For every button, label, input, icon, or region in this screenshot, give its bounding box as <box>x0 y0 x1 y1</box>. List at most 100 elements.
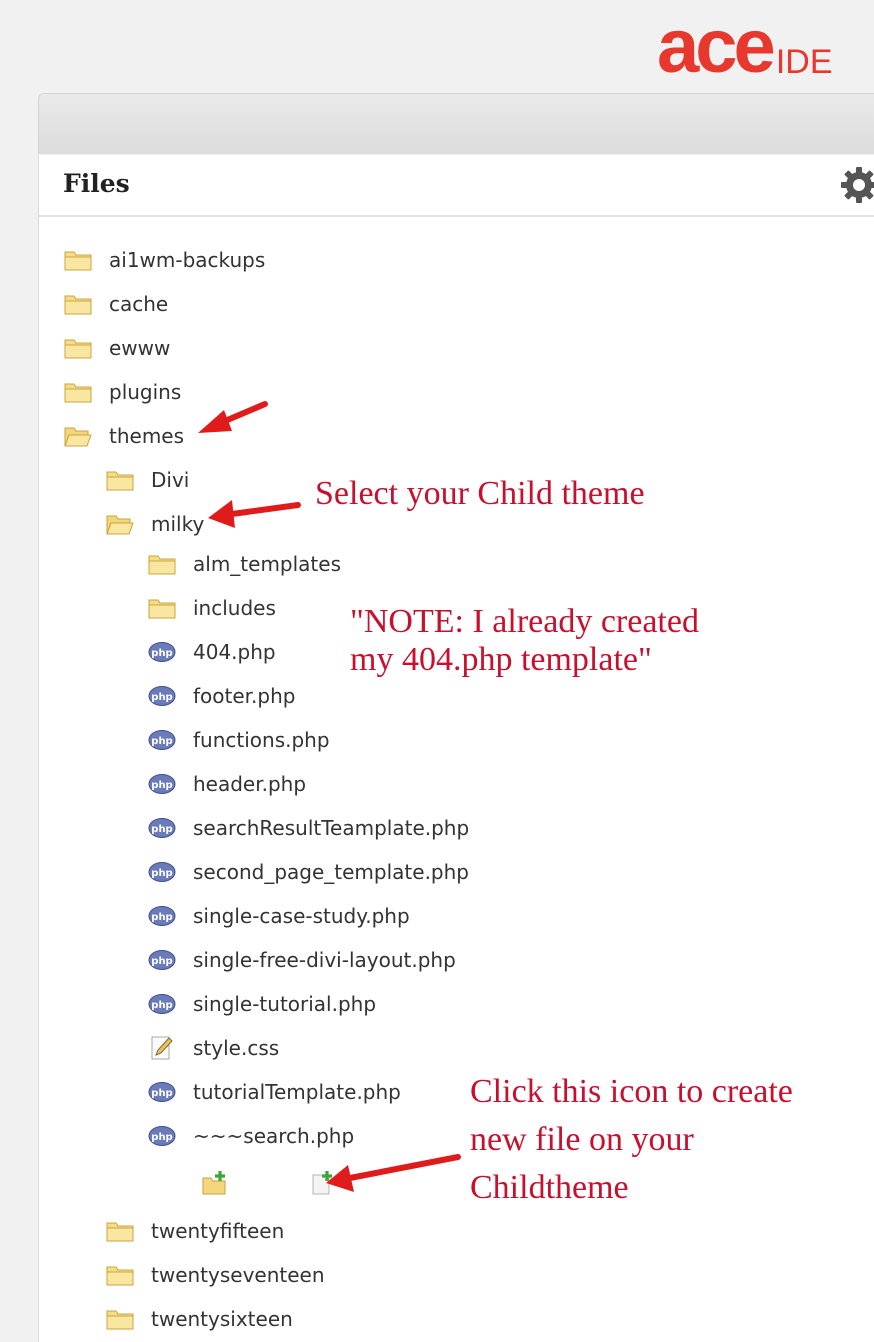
svg-text:php: php <box>151 868 172 879</box>
svg-text:php: php <box>151 1132 172 1143</box>
tree-folder[interactable]: includes <box>148 593 276 623</box>
tree-item-label: alm_templates <box>193 552 341 576</box>
editor-toolbar <box>38 93 874 154</box>
folder-icon <box>106 1219 134 1243</box>
svg-text:php: php <box>151 1000 172 1011</box>
tree-folder[interactable]: twentyfifteen <box>106 1216 284 1246</box>
tree-item-label: single-case-study.php <box>193 904 410 928</box>
tree-folder[interactable]: alm_templates <box>148 549 341 579</box>
folder-icon <box>64 248 92 272</box>
tree-item-label: Divi <box>151 468 190 492</box>
tree-folder[interactable]: ewww <box>64 333 170 363</box>
annotation-click-icon: Click this icon to create new file on yo… <box>470 1068 793 1212</box>
tree-folder[interactable]: Divi <box>106 465 189 495</box>
tree-file[interactable]: style.css <box>148 1033 279 1063</box>
folder-open-icon <box>64 424 92 448</box>
tree-item-label: tutorialTemplate.php <box>193 1080 401 1104</box>
php-file-icon: php <box>148 816 176 840</box>
php-file-icon: php <box>148 992 176 1016</box>
tree-file[interactable]: php second_page_template.php <box>148 857 469 887</box>
svg-text:php: php <box>151 912 172 923</box>
tree-item-label: plugins <box>109 380 182 404</box>
annotation-click-line3: Childtheme <box>470 1169 629 1206</box>
svg-text:php: php <box>151 780 172 791</box>
tree-item-label: twentyseventeen <box>151 1263 325 1287</box>
tree-file[interactable]: php header.php <box>148 769 306 799</box>
tree-folder[interactable]: milky <box>106 509 204 539</box>
tree-file[interactable]: php single-free-divi-layout.php <box>148 945 456 975</box>
tree-file[interactable]: php searchResultTeamplate.php <box>148 813 469 843</box>
folder-icon <box>64 292 92 316</box>
tree-item-label: single-tutorial.php <box>193 992 377 1016</box>
logo-main: ace <box>657 4 776 89</box>
panel-title: Files <box>63 169 130 198</box>
tree-item-label: twentyfifteen <box>151 1219 285 1243</box>
php-file-icon: php <box>148 860 176 884</box>
php-file-icon: php <box>148 772 176 796</box>
php-file-icon: php <box>148 1080 176 1104</box>
ace-ide-logo: ace IDE <box>657 4 833 89</box>
tree-file[interactable]: php ~~~search.php <box>148 1121 354 1151</box>
svg-text:php: php <box>151 1088 172 1099</box>
tree-item-label: single-free-divi-layout.php <box>193 948 456 972</box>
tree-item-label: 404.php <box>193 640 276 664</box>
svg-text:php: php <box>151 956 172 967</box>
php-file-icon: php <box>148 684 176 708</box>
tree-item-label: functions.php <box>193 728 330 752</box>
tree-item-label: searchResultTeamplate.php <box>193 816 470 840</box>
tree-folder[interactable]: ai1wm-backups <box>64 245 265 275</box>
tree-item-label: ewww <box>109 336 171 360</box>
tree-item-label: ~~~search.php <box>193 1124 355 1148</box>
tree-item-label: cache <box>109 292 169 316</box>
css-file-icon <box>148 1036 176 1060</box>
tree-folder[interactable]: plugins <box>64 377 181 407</box>
tree-folder[interactable]: cache <box>64 289 168 319</box>
php-file-icon: php <box>148 640 176 664</box>
folder-icon <box>106 1307 134 1331</box>
annotation-click-line1: Click this icon to create <box>470 1073 793 1110</box>
tree-item-label: header.php <box>193 772 307 796</box>
svg-text:php: php <box>151 648 172 659</box>
tree-item-label: twentysixteen <box>151 1307 293 1331</box>
folder-open-icon <box>106 512 134 536</box>
tree-item-label: style.css <box>193 1036 280 1060</box>
annotation-note-line1: "NOTE: I already created <box>350 603 699 640</box>
logo-suffix: IDE <box>775 43 833 81</box>
new-file-icon[interactable] <box>310 1170 338 1196</box>
gear-icon[interactable] <box>839 165 874 205</box>
folder-icon <box>64 380 92 404</box>
annotation-note-line2: my 404.php template" <box>350 641 652 678</box>
tree-folder[interactable]: twentyseventeen <box>106 1260 325 1290</box>
tree-item-label: footer.php <box>193 684 296 708</box>
folder-icon <box>106 468 134 492</box>
tree-file[interactable]: php tutorialTemplate.php <box>148 1077 401 1107</box>
tree-file[interactable]: php single-tutorial.php <box>148 989 376 1019</box>
tree-file[interactable]: php functions.php <box>148 725 330 755</box>
annotation-select-child: Select your Child theme <box>315 475 645 512</box>
folder-icon <box>148 552 176 576</box>
folder-icon <box>106 1263 134 1287</box>
new-folder-icon[interactable] <box>201 1170 229 1196</box>
tree-folder[interactable]: twentysixteen <box>106 1304 293 1334</box>
files-panel-header: Files <box>39 155 874 217</box>
svg-text:php: php <box>151 736 172 747</box>
tree-item-label: includes <box>193 596 276 620</box>
tree-file[interactable]: php footer.php <box>148 681 295 711</box>
tree-item-label: ai1wm-backups <box>109 248 266 272</box>
tree-file[interactable]: php 404.php <box>148 637 276 667</box>
annotation-click-line2: new file on your <box>470 1121 694 1158</box>
php-file-icon: php <box>148 904 176 928</box>
tree-folder[interactable]: themes <box>64 421 184 451</box>
php-file-icon: php <box>148 728 176 752</box>
folder-icon <box>64 336 92 360</box>
tree-item-label: milky <box>151 512 205 536</box>
folder-icon <box>148 596 176 620</box>
tree-file[interactable]: php single-case-study.php <box>148 901 410 931</box>
php-file-icon: php <box>148 1124 176 1148</box>
php-file-icon: php <box>148 948 176 972</box>
tree-item-label: second_page_template.php <box>193 860 469 884</box>
annotation-note: "NOTE: I already created my 404.php temp… <box>350 603 699 679</box>
svg-text:php: php <box>151 824 172 835</box>
svg-text:php: php <box>151 692 172 703</box>
tree-item-label: themes <box>109 424 185 448</box>
